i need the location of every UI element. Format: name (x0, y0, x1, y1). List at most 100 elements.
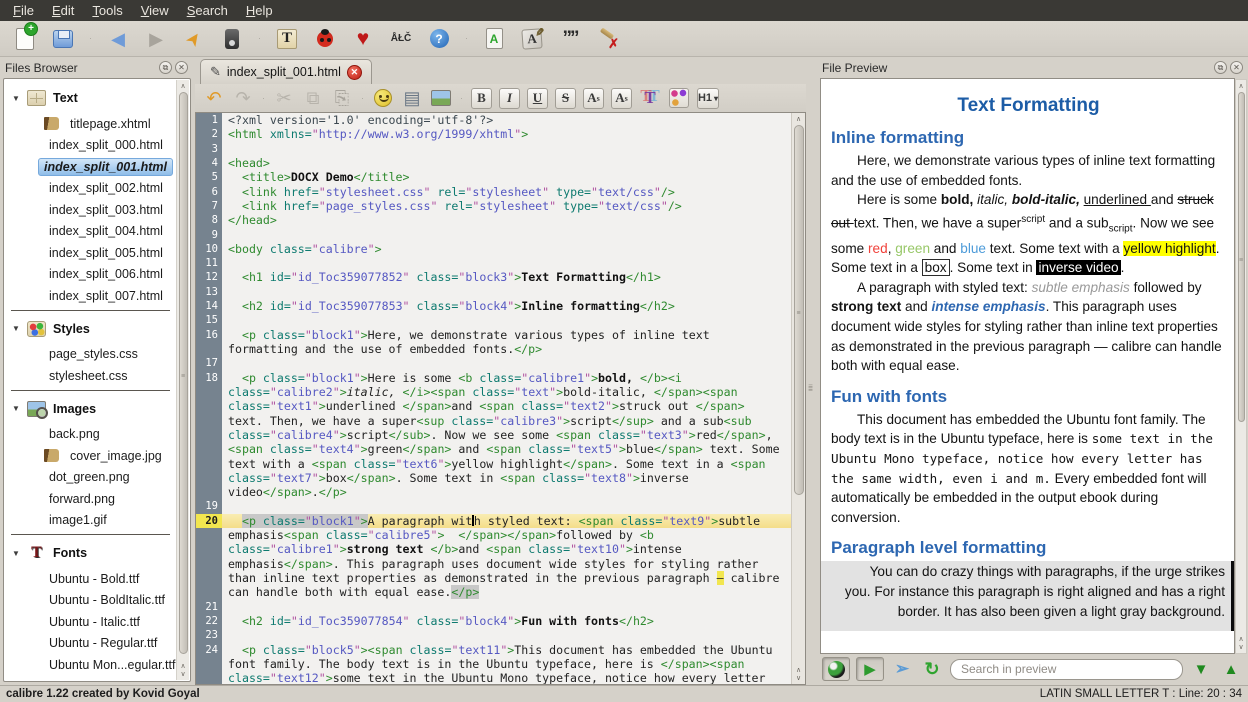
file-item-titlepage-xhtml[interactable]: titlepage.xhtml (4, 113, 176, 135)
smart-quotes-icon[interactable]: ”” (557, 26, 583, 52)
file-item-index-split-006-html[interactable]: index_split_006.html (4, 264, 176, 286)
check-book-bug-icon[interactable] (312, 26, 338, 52)
pin-icon[interactable]: ➤ (181, 26, 207, 52)
special-characters-icon[interactable]: ÅŁČ (388, 26, 414, 52)
file-item-dot-green-png[interactable]: dot_green.png (4, 467, 176, 489)
section-text[interactable]: ▼Text (4, 83, 176, 113)
float-dock-icon[interactable]: ⧉ (159, 61, 172, 74)
file-item-ubuntu-italic-ttf[interactable]: Ubuntu - Italic.ttf (4, 611, 176, 633)
files-scrollbar-thumb[interactable]: ≡ (179, 92, 188, 654)
code-editor[interactable]: 1<?xml version='1.0' encoding='utf-8'?>2… (195, 112, 806, 685)
section-images[interactable]: ▼Images (4, 394, 176, 424)
insert-image-icon[interactable] (430, 87, 452, 109)
insert-special-character-icon[interactable] (372, 87, 394, 109)
letter-tile-icon[interactable]: T (274, 26, 300, 52)
tab-index-split-001[interactable]: ✎ index_split_001.html ✕ (200, 59, 372, 84)
close-dock-icon[interactable]: ✕ (175, 61, 188, 74)
file-item-index-split-000-html[interactable]: index_split_000.html (4, 135, 176, 157)
redo-icon[interactable]: ↷ (232, 87, 254, 109)
files-scrollbar[interactable]: ∧ ≡ ∧ ∨ (176, 80, 189, 680)
file-item-index-split-002-html[interactable]: index_split_002.html (4, 178, 176, 200)
insert-anchor-icon[interactable]: A (519, 26, 545, 52)
preview-float-dock-icon[interactable]: ⧉ (1214, 61, 1227, 74)
italic-button[interactable]: I (499, 88, 520, 109)
preview-scroll-up2-icon[interactable]: ∧ (1236, 635, 1246, 643)
scroll-up-icon[interactable]: ∧ (177, 82, 189, 90)
find-previous-button[interactable]: ▲ (1219, 657, 1243, 681)
file-item-page-styles-css[interactable]: page_styles.css (4, 344, 176, 366)
run-preview-button[interactable]: ▶ (856, 657, 884, 681)
file-item-ubuntu-bolditalic-ttf[interactable]: Ubuntu - BoldItalic.ttf (4, 590, 176, 612)
copy-icon[interactable]: ⧉ (302, 87, 324, 109)
subscript-button[interactable]: A (583, 88, 604, 109)
preview-scrollbar[interactable]: ∧ ≡ ∧ ∨ (1235, 79, 1247, 654)
file-item-index-split-005-html[interactable]: index_split_005.html (4, 242, 176, 264)
editor-scroll-up2-icon[interactable]: ∧ (792, 666, 805, 674)
collapse-arrow-icon[interactable]: ▼ (12, 324, 20, 333)
section-fonts[interactable]: ▼TFonts (4, 538, 176, 568)
files-tree[interactable]: ▼Texttitlepage.xhtmlindex_split_000.html… (4, 83, 176, 681)
sync-position-button[interactable]: ➢ (890, 657, 914, 681)
style-brush-icon[interactable] (668, 87, 690, 109)
tab-close-icon[interactable]: ✕ (347, 65, 362, 80)
file-item-cover-image-jpg[interactable]: cover_image.jpg (4, 445, 176, 467)
superscript-button[interactable]: A (611, 88, 632, 109)
file-item-ubuntu-mon-egular-ttf[interactable]: Ubuntu Mon...egular.ttf (4, 654, 176, 676)
file-item-index-split-001-html[interactable]: index_split_001.html (4, 156, 176, 178)
menu-edit[interactable]: Edit (43, 2, 83, 19)
section-styles[interactable]: ▼Styles (4, 314, 176, 344)
device-icon[interactable] (219, 26, 245, 52)
refresh-preview-button[interactable]: ↻ (920, 657, 944, 681)
editor-scrollbar-thumb[interactable]: ≡ (794, 125, 804, 495)
undo-icon[interactable]: ↶ (203, 87, 225, 109)
code-line: class="text7">box</span>. Some text in <… (196, 471, 805, 485)
remove-unused-broom-icon[interactable] (595, 26, 621, 52)
editor-scroll-up-icon[interactable]: ∧ (792, 115, 805, 123)
preview-scrollbar-thumb[interactable]: ≡ (1238, 92, 1245, 422)
collapse-arrow-icon[interactable]: ▼ (12, 549, 20, 558)
strikethrough-button[interactable]: S (555, 88, 576, 109)
file-item-image1-gif[interactable]: image1.gif (4, 510, 176, 532)
save-icon[interactable] (50, 26, 76, 52)
file-item-forward-png[interactable]: forward.png (4, 488, 176, 510)
underline-button[interactable]: U (527, 88, 548, 109)
menu-file[interactable]: File (4, 2, 43, 19)
preview-content[interactable]: Text FormattingInline formattingHere, we… (820, 78, 1235, 654)
menu-view[interactable]: View (132, 2, 178, 19)
back-icon[interactable]: ◀ (105, 26, 131, 52)
help-icon[interactable]: ? (426, 26, 452, 52)
arrange-files-icon[interactable]: A (481, 26, 507, 52)
file-item-index-split-003-html[interactable]: index_split_003.html (4, 199, 176, 221)
heading-level-dropdown[interactable]: H1▾ (697, 87, 719, 109)
preview-close-dock-icon[interactable]: ✕ (1230, 61, 1243, 74)
search-in-preview-input[interactable] (950, 659, 1183, 680)
donate-heart-icon[interactable]: ♥ (350, 26, 376, 52)
collapse-arrow-icon[interactable]: ▼ (12, 404, 20, 413)
menu-help[interactable]: Help (237, 2, 282, 19)
new-file-icon[interactable] (12, 26, 38, 52)
file-item-index-split-004-html[interactable]: index_split_004.html (4, 221, 176, 243)
collapse-arrow-icon[interactable]: ▼ (12, 94, 20, 103)
cut-icon[interactable]: ✂ (273, 87, 295, 109)
editor-scroll-down-icon[interactable]: ∨ (792, 674, 805, 682)
font-color-icon[interactable]: T (639, 87, 661, 109)
file-item-ubuntu-bold-ttf[interactable]: Ubuntu - Bold.ttf (4, 568, 176, 590)
forward-icon[interactable]: ▶ (143, 26, 169, 52)
scroll-up2-icon[interactable]: ∧ (177, 662, 189, 670)
menu-tools[interactable]: Tools (83, 2, 131, 19)
file-item-ubuntu-regular-ttf[interactable]: Ubuntu - Regular.ttf (4, 633, 176, 655)
file-item-index-split-007-html[interactable]: index_split_007.html (4, 285, 176, 307)
find-next-button[interactable]: ▼ (1189, 657, 1213, 681)
format-lines-icon[interactable]: ▤ (401, 87, 423, 109)
bold-button[interactable]: B (471, 88, 492, 109)
menu-search[interactable]: Search (178, 2, 237, 19)
preview-scroll-up-icon[interactable]: ∧ (1236, 82, 1246, 90)
auto-reload-button[interactable] (822, 657, 850, 681)
preview-scroll-down-icon[interactable]: ∨ (1236, 643, 1246, 651)
editor-scrollbar[interactable]: ∧ ≡ ∧ ∨ (791, 113, 805, 684)
file-item-back-png[interactable]: back.png (4, 424, 176, 446)
file-item-stylesheet-css[interactable]: stylesheet.css (4, 365, 176, 387)
paste-icon[interactable]: ⎘ (331, 87, 353, 109)
splitter-grip[interactable]: ≡≡ (806, 385, 815, 391)
scroll-down-icon[interactable]: ∨ (177, 670, 189, 678)
